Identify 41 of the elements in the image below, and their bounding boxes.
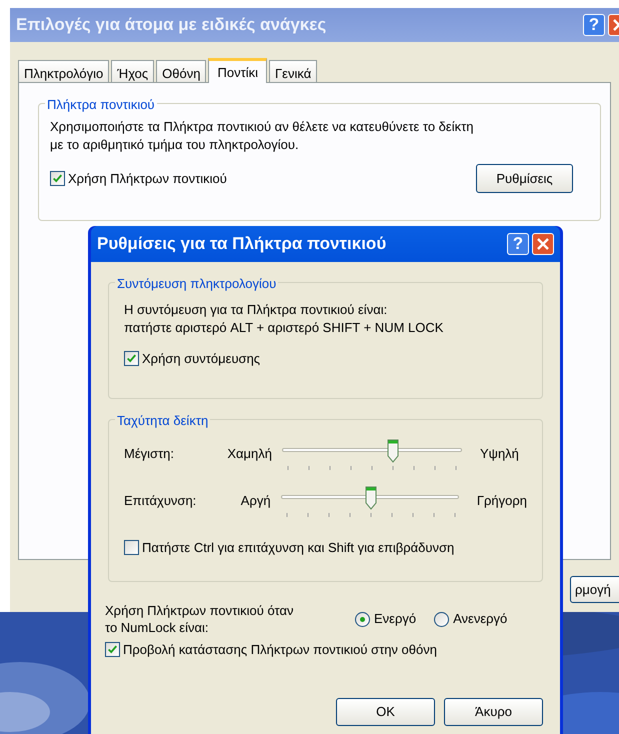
- slider-thumb[interactable]: [387, 439, 399, 463]
- slider-max-label: Υψηλή: [480, 445, 519, 463]
- help-button[interactable]: ?: [583, 14, 605, 36]
- close-icon: [537, 238, 549, 250]
- radio-label: Ανενεργό: [453, 610, 508, 628]
- checkbox-label: Προβολή κατάστασης Πλήκτρων ποντικιού στην οθόνη: [123, 641, 437, 659]
- radio-button[interactable]: [434, 612, 450, 626]
- tab[interactable]: Οθόνη: [156, 60, 206, 82]
- slider-label: Επιτάχυνση:: [124, 492, 198, 510]
- slider-min-label: Χαμηλή: [226, 445, 272, 463]
- checkbox[interactable]: [105, 642, 120, 658]
- checkbox[interactable]: [124, 540, 139, 556]
- tab[interactable]: Πληκτρολόγιο: [18, 60, 110, 82]
- check-icon: [126, 353, 137, 364]
- slider-max-label: Γρήγορη: [476, 492, 527, 510]
- tab[interactable]: Ποντίκι: [208, 58, 268, 83]
- help-button[interactable]: ?: [507, 233, 529, 255]
- checkbox[interactable]: [50, 171, 65, 186]
- description-text: Χρησιμοποιήστε τα Πλήκτρα ποντικιού αν θέλετε να κατευθύνετε το δείκτη με το αριθμητικό τμήμα του πληκτρολογίου.: [50, 118, 474, 154]
- window-title: Επιλογές για άτομα με ειδικές ανάγκες: [16, 14, 326, 36]
- check-icon: [52, 173, 63, 184]
- check-icon: [107, 644, 118, 656]
- slider-min-label: Αργή: [240, 492, 271, 510]
- checkbox-label: Πατήστε Ctrl για επιτάχυνση και Shift για επιβράδυνση: [142, 539, 454, 557]
- apply-button[interactable]: ρμογή: [570, 576, 619, 603]
- cancel-button[interactable]: Άκυρο: [444, 698, 543, 726]
- window-title: Ρυθμίσεις για τα Πλήκτρα ποντικιού: [97, 233, 386, 256]
- checkbox-label: Χρήση συντόμευσης: [142, 350, 260, 368]
- tab[interactable]: Ήχος: [111, 60, 154, 82]
- settings-button[interactable]: Ρυθμίσεις: [476, 164, 573, 193]
- radio-label: Ενεργό: [374, 610, 416, 628]
- description-text: Η συντόμευση για τα Πλήκτρα ποντικιού είναι: πατήστε αριστερό ALT + αριστερό SHIFT + NUM LOCK: [124, 301, 444, 337]
- numlock-label: Χρήση Πλήκτρων ποντικιού όταν το NumLock είναι:: [105, 602, 294, 636]
- tab[interactable]: Γενικά: [269, 60, 318, 82]
- slider-thumb[interactable]: [364, 486, 377, 510]
- slider-label: Μέγιστη:: [124, 445, 176, 463]
- checkbox[interactable]: [124, 351, 139, 366]
- radio-button[interactable]: [355, 612, 370, 626]
- close-button[interactable]: [532, 233, 554, 255]
- ok-button[interactable]: OK: [336, 698, 435, 726]
- checkbox-label: Χρήση Πλήκτρων ποντικιού: [68, 170, 227, 188]
